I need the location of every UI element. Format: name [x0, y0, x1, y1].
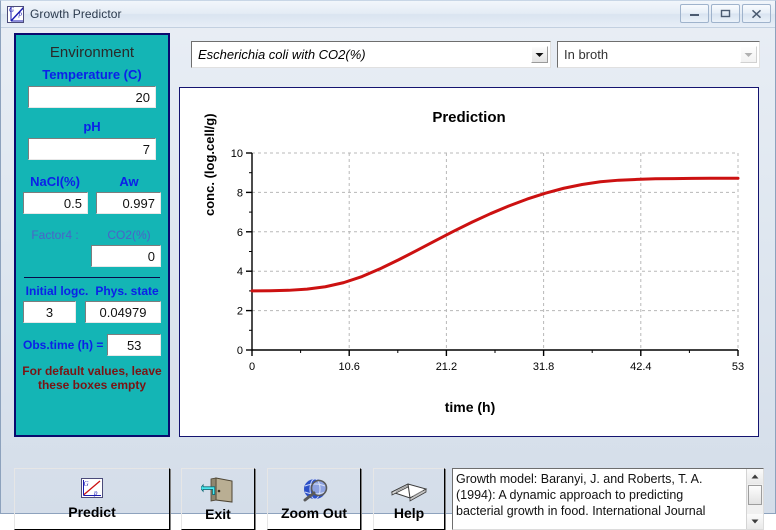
svg-text:10: 10	[231, 148, 243, 160]
default-values-note: For default values, leave these boxes em…	[16, 364, 168, 392]
minimize-icon	[690, 14, 699, 16]
note-line-2: these boxes empty	[37, 378, 147, 392]
phys-state-input[interactable]: 0.04979	[85, 301, 161, 323]
svg-text:42.4: 42.4	[630, 361, 651, 373]
svg-text:G: G	[84, 480, 89, 488]
window-content: Environment Temperature (C) 20 pH 7 NaCl…	[1, 28, 776, 530]
label-nacl: NaCl(%)	[30, 174, 80, 189]
label-initial-logc: Initial logc.	[25, 284, 89, 298]
reference-textbox[interactable]: Growth model: Baranyi, J. and Roberts, T…	[452, 468, 764, 530]
growth-predictor-icon: G p	[81, 478, 103, 498]
obs-time-input[interactable]: 53	[107, 334, 161, 356]
open-book-icon	[390, 478, 428, 502]
zoom-out-button[interactable]: Zoom Out	[267, 468, 361, 530]
predict-button[interactable]: G p Predict	[14, 468, 170, 530]
maximize-icon	[720, 9, 731, 18]
svg-text:21.2: 21.2	[436, 361, 457, 373]
scrollbar-thumb[interactable]	[748, 485, 762, 505]
label-aw: Aw	[119, 174, 139, 189]
reference-text: Growth model: Baranyi, J. and Roberts, T…	[453, 469, 746, 529]
svg-text:6: 6	[237, 227, 243, 239]
label-factor4: Factor4 :	[31, 228, 79, 242]
reference-line-3: bacterial growth in food. International …	[456, 504, 706, 518]
predict-button-label: Predict	[68, 504, 116, 520]
maximize-button[interactable]	[711, 4, 740, 23]
svg-text:10.6: 10.6	[338, 361, 359, 373]
exit-door-icon	[201, 476, 235, 503]
close-button[interactable]	[742, 4, 771, 23]
close-icon	[751, 9, 762, 18]
svg-text:0: 0	[237, 345, 243, 357]
scroll-down-arrow[interactable]	[747, 514, 763, 529]
prediction-line-chart: 0 2 4 6 8 10 0 10.6 21.2 31.8 42.4 53	[231, 148, 744, 373]
window-title: Growth Predictor	[30, 7, 122, 21]
label-ph: pH	[83, 119, 101, 134]
label-temperature: Temperature (C)	[42, 67, 142, 82]
magnifier-globe-icon	[296, 477, 332, 503]
scroll-up-arrow[interactable]	[747, 469, 763, 484]
svg-text:31.8: 31.8	[533, 361, 554, 373]
section-divider	[24, 277, 160, 278]
help-button-label: Help	[393, 504, 425, 521]
growth-predictor-icon: G p	[7, 5, 24, 23]
ph-input[interactable]: 7	[28, 138, 156, 160]
co2-input[interactable]: 0	[91, 245, 161, 267]
help-button[interactable]: Help	[373, 468, 445, 530]
temperature-input[interactable]: 20	[28, 86, 156, 108]
organism-select-value: Escherichia coli with CO2(%)	[198, 47, 366, 62]
aw-input[interactable]: 0.997	[96, 192, 161, 214]
minimize-button[interactable]	[680, 4, 709, 23]
environment-panel: Environment Temperature (C) 20 pH 7 NaCl…	[14, 33, 170, 437]
chevron-down-icon[interactable]	[740, 46, 757, 63]
label-co2: CO2(%)	[107, 228, 151, 242]
chart-panel: Prediction conc. (log.cell/g) time (h) 0…	[179, 87, 759, 437]
window-controls	[680, 4, 771, 23]
medium-select-value: In broth	[564, 47, 609, 62]
x-axis-label: time (h)	[444, 399, 496, 415]
application-window: G p Growth Predictor Environment Tempera…	[0, 0, 776, 530]
initial-logc-input[interactable]: 3	[23, 301, 76, 323]
plot-area: conc. (log.cell/g) time (h) 0 2 4 6 8 10 0 10.6…	[180, 88, 760, 438]
reference-scrollbar[interactable]	[746, 469, 763, 529]
svg-text:53: 53	[732, 361, 744, 373]
reference-line-1: Growth model: Baranyi, J. and Roberts, T…	[456, 472, 703, 486]
title-bar: G p Growth Predictor	[1, 1, 775, 28]
label-phys-state: Phys. state	[95, 284, 159, 298]
svg-text:0: 0	[249, 361, 255, 373]
y-axis-label: conc. (log.cell/g)	[202, 113, 217, 216]
note-line-1: For default values, leave	[22, 364, 162, 378]
svg-text:2: 2	[237, 306, 243, 318]
environment-title: Environment	[49, 44, 135, 61]
svg-text:4: 4	[237, 266, 243, 278]
chevron-down-icon[interactable]	[531, 46, 548, 63]
label-obs-time: Obs.time (h) =	[23, 338, 104, 352]
zoom-out-button-label: Zoom Out	[280, 505, 348, 521]
organism-select[interactable]: Escherichia coli with CO2(%)	[191, 41, 551, 68]
svg-text:8: 8	[237, 187, 243, 199]
nacl-input[interactable]: 0.5	[23, 192, 88, 214]
scrollbar-track[interactable]	[747, 484, 763, 514]
medium-select[interactable]: In broth	[557, 41, 760, 68]
reference-line-2: (1994): A dynamic approach to predicting	[456, 488, 684, 502]
exit-button[interactable]: Exit	[181, 468, 255, 530]
